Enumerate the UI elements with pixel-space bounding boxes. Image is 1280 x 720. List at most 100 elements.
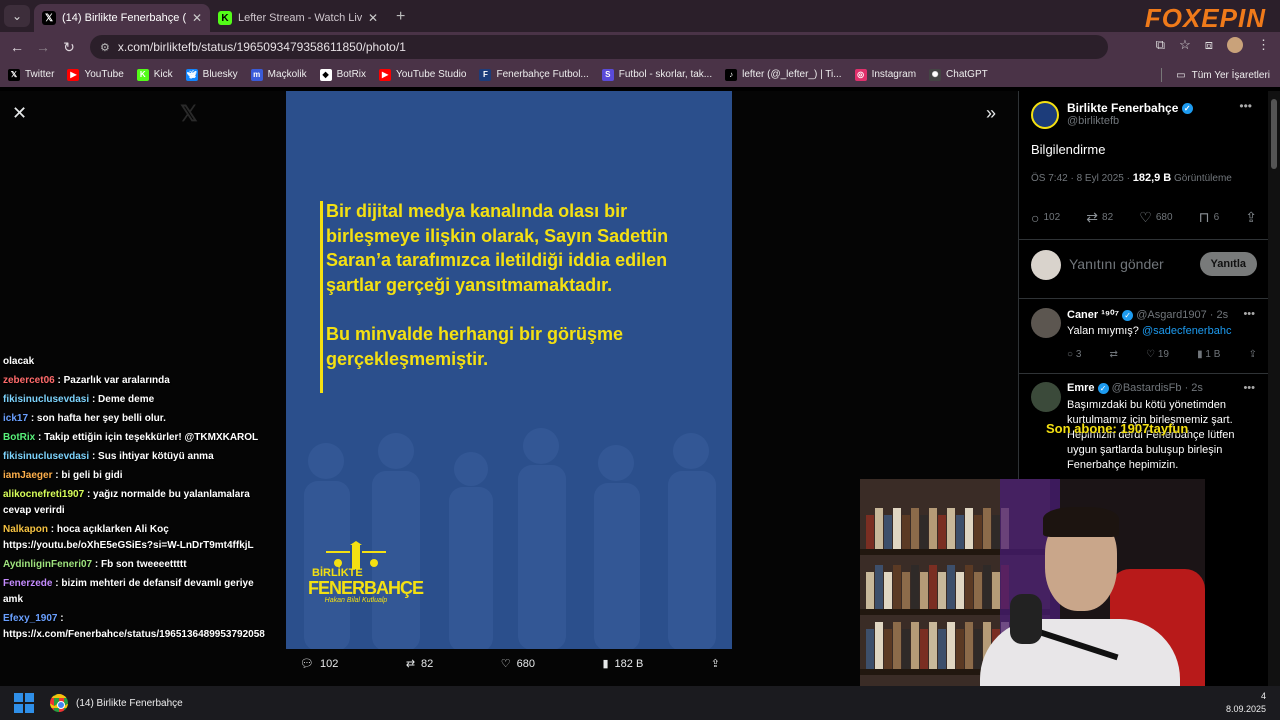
like-stat[interactable]: ♡ 680 [1139, 209, 1172, 226]
reload-button[interactable]: ↻ [56, 39, 82, 56]
extensions-icon[interactable]: ⧈ [1205, 37, 1213, 53]
chat-username[interactable]: Nalkapon [3, 524, 48, 535]
reply-avatar[interactable] [1031, 308, 1061, 338]
book [956, 515, 964, 549]
bookmark-item[interactable]: ♪ lefter (@_lefter_) | Ti... [725, 68, 842, 81]
close-tab-icon[interactable]: ✕ [368, 11, 378, 25]
share-action[interactable]: ⇪ [711, 657, 720, 670]
repost-stat[interactable]: ⇄ 82 [1086, 209, 1113, 226]
logo-line-2: FENERBAHÇE [308, 578, 424, 598]
tab-birlikte-fenerbahce[interactable]: 𝕏 (14) Birlikte Fenerbahçe (@birlikt ✕ [34, 4, 210, 32]
reply-reply-stat[interactable]: ○ 3 [1067, 349, 1081, 360]
bookmark-item[interactable]: ◆ BotRix [319, 68, 366, 81]
chat-username[interactable]: ick17 [3, 413, 28, 424]
photo-viewer: 𝕏 ✕ » Bir dijital medya kanalında olası … [0, 91, 1280, 686]
chat-username[interactable]: AydinliginFeneri07 [3, 559, 92, 570]
reply-author[interactable]: Caner ¹⁹⁰⁷ [1067, 309, 1119, 321]
share-icon[interactable]: ⇪ [1249, 349, 1257, 360]
bookmark-item[interactable]: ▶ YouTube [67, 68, 124, 81]
reply-body: Yalan mıymış? [1067, 325, 1142, 337]
reply-action[interactable]: 💬︎ 102 [300, 657, 338, 671]
windows-start-icon[interactable] [14, 693, 34, 713]
bookmark-item[interactable]: 𝕏 Twitter [8, 68, 54, 81]
reply-views-stat[interactable]: ▮ 1 B [1197, 349, 1220, 360]
bookmark-item[interactable]: 🦋︎ Bluesky [185, 68, 238, 81]
book [911, 565, 919, 609]
book [875, 565, 883, 609]
site-info-icon[interactable]: ⚙ [100, 41, 110, 54]
bookmark-stat[interactable]: ⊓ 6 [1199, 209, 1220, 226]
new-tab-button[interactable]: + [396, 8, 405, 26]
profile-avatar[interactable] [1227, 37, 1243, 53]
author-avatar[interactable] [1031, 101, 1059, 129]
clock-time: 4 [1260, 691, 1266, 701]
tweet-photo[interactable]: Bir dijital medya kanalında olası bir bi… [286, 91, 732, 649]
bookmark-star-icon[interactable]: ☆ [1179, 37, 1191, 53]
reply-button[interactable]: Yanıtla [1199, 252, 1257, 276]
chat-text: : bi geli bi gidi [55, 470, 123, 481]
reply-stat[interactable]: ○ 102 [1031, 209, 1060, 226]
taskbar-clock[interactable]: 4 8.09.2025 [1226, 690, 1266, 716]
reply-handle[interactable]: @Asgard1907 · 2s [1136, 309, 1228, 321]
chat-username[interactable]: fikisinuclusevdasi [3, 394, 89, 405]
chat-username[interactable]: iamJaeger [3, 470, 52, 481]
like-action[interactable]: ♡ 680 [501, 657, 535, 671]
book [884, 629, 892, 669]
chat-username[interactable]: Efexy_1907 [3, 613, 58, 624]
chat-username[interactable]: fikisinuclusevdasi [3, 451, 89, 462]
more-options-icon[interactable]: ••• [1243, 382, 1255, 394]
reply-icon: 💬︎ [300, 658, 314, 670]
more-options-icon[interactable]: ••• [1243, 308, 1255, 320]
chat-username[interactable]: BotRix [3, 432, 35, 443]
tweet-meta: ÖS 7:42 · 8 Eyl 2025 · 182,9 B Görüntüle… [1031, 172, 1232, 184]
reply-handle[interactable]: @BastardisFb · 2s [1112, 382, 1203, 394]
tab-search-button[interactable]: ⌄ [4, 5, 30, 27]
book [956, 572, 964, 609]
bookmark-item[interactable]: K Kick [136, 68, 173, 81]
install-app-icon[interactable]: ⧉ [1156, 37, 1165, 53]
bookmark-item[interactable]: ✺ ChatGPT [929, 68, 988, 81]
reply-item[interactable]: Caner ¹⁹⁰⁷ ✓ @Asgard1907 · 2s ••• Yalan … [1019, 300, 1269, 374]
all-bookmarks-link[interactable]: Tüm Yer İşaretleri [1192, 70, 1270, 81]
share-button[interactable]: ⇪ [1245, 209, 1257, 226]
mention-link[interactable]: @sadecfenerbahc [1142, 325, 1231, 337]
chat-username[interactable]: alikocnefreti1907 [3, 489, 84, 500]
page-scrollbar[interactable] [1268, 91, 1280, 686]
author-handle[interactable]: @birliktefb [1067, 115, 1193, 127]
reply-avatar[interactable] [1031, 382, 1061, 412]
chat-username[interactable]: Fenerzede [3, 578, 52, 589]
close-tab-icon[interactable]: ✕ [192, 11, 202, 25]
tweet-views: 182,9 B [1132, 172, 1172, 184]
scrollbar-thumb[interactable] [1271, 99, 1277, 169]
reply-like-stat[interactable]: ♡ 19 [1146, 349, 1169, 360]
chat-username[interactable]: zebercet06 [3, 375, 55, 386]
browser-menu-icon[interactable]: ⋮ [1257, 37, 1270, 53]
bookmark-item[interactable]: ◎ Instagram [854, 68, 916, 81]
reply-input[interactable]: Yanıtını gönder [1069, 256, 1164, 272]
address-bar[interactable]: ⚙ x.com/birliktefb/status/19650934793586… [90, 35, 1108, 59]
forward-button[interactable]: → [30, 39, 56, 55]
kick-icon: K [136, 68, 149, 81]
chat-message: BotRix : Takip ettiğin için teşekkürler!… [3, 430, 273, 446]
back-button[interactable]: ← [4, 39, 30, 55]
bookmark-item[interactable]: S Futbol - skorlar, tak... [601, 68, 712, 81]
bookmark-item[interactable]: F Fenerbahçe Futbol... [479, 68, 589, 81]
views-action[interactable]: ▮ 182 B [602, 657, 643, 671]
bookmark-label: lefter (@_lefter_) | Ti... [742, 69, 842, 80]
book [920, 572, 928, 609]
book [938, 572, 946, 609]
bookmark-item[interactable]: m Maçkolik [250, 68, 307, 81]
bookmark-item[interactable]: ▶ YouTube Studio [379, 68, 466, 81]
repost-action[interactable]: ⇄ 82 [406, 657, 433, 671]
taskbar-window-title[interactable]: (14) Birlikte Fenerbahçe [76, 698, 183, 709]
tweet-timestamp[interactable]: ÖS 7:42 · 8 Eyl 2025 · [1031, 173, 1133, 184]
tab-lefter-stream[interactable]: K Lefter Stream - Watch Live on K ✕ [210, 4, 386, 32]
collapse-panel-icon[interactable]: » [986, 103, 996, 124]
close-photo-button[interactable]: ✕ [12, 103, 27, 124]
chrome-icon[interactable] [50, 694, 68, 712]
book [956, 629, 964, 669]
more-options-icon[interactable]: ••• [1239, 99, 1252, 113]
reply-author[interactable]: Emre [1067, 382, 1095, 394]
author-name[interactable]: Birlikte Fenerbahçe [1067, 101, 1178, 115]
reply-repost-stat[interactable]: ⇄ [1110, 349, 1118, 360]
